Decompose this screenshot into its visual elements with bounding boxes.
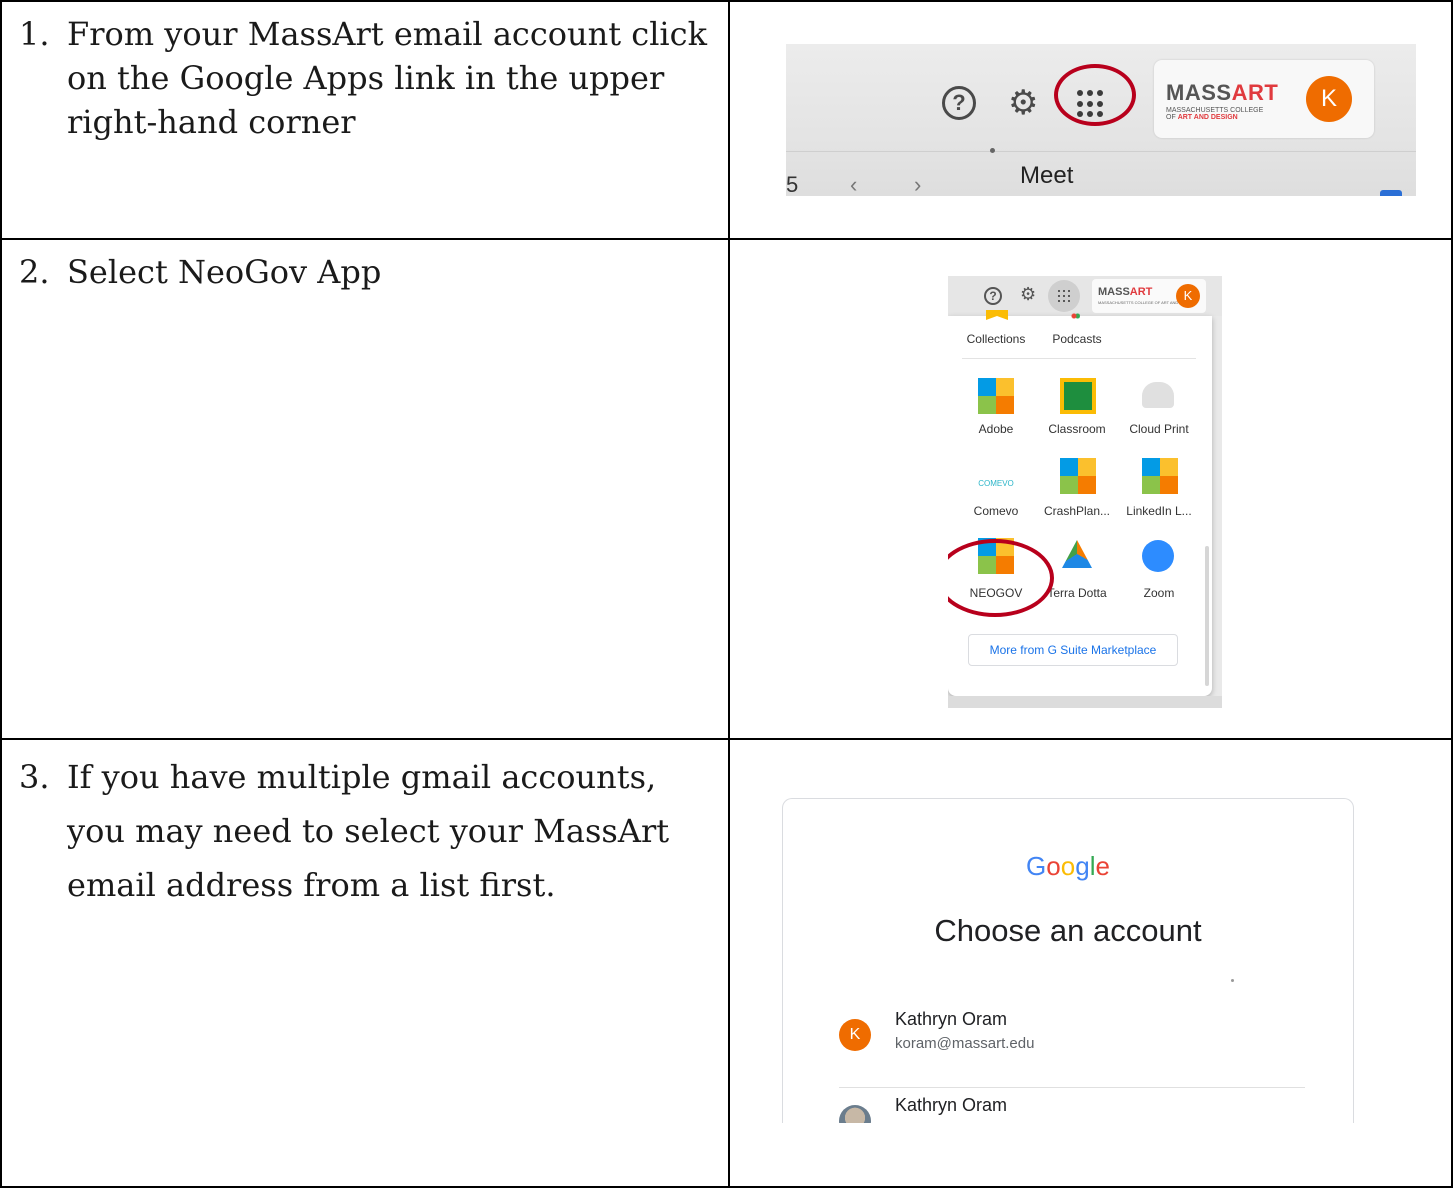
apps-menu-screenshot: ? ⚙ MASSART MASSACHUSETTS COLLEGE OF ART… <box>948 276 1222 708</box>
step-1-instruction: From your MassArt email account click on… <box>67 15 707 141</box>
account-divider <box>839 1087 1305 1088</box>
toolbar-divider <box>786 151 1416 152</box>
step-2-text-cell: 2. Select NeoGov App <box>0 238 730 740</box>
avatar-photo <box>839 1105 871 1123</box>
help-icon: ? <box>984 287 1002 305</box>
account-name: Kathryn Oram <box>895 1095 1008 1115</box>
account-email: koram@massart.edu <box>895 1035 1035 1052</box>
avatar: K <box>1306 76 1352 122</box>
help-icon: ? <box>942 86 976 120</box>
more-marketplace-button[interactable]: More from G Suite Marketplace <box>968 634 1178 666</box>
steps-table: 1. From your MassArt email account click… <box>0 0 1453 1188</box>
massart-logo: MASSART <box>1098 286 1153 298</box>
loading-dot <box>1231 979 1234 982</box>
terra-dotta-icon[interactable] <box>1062 540 1092 568</box>
instruction-document: 1. From your MassArt email account click… <box>0 0 1453 1188</box>
step-1-number: 1. <box>19 15 50 53</box>
dot-marker <box>990 148 995 153</box>
crashplan-icon[interactable] <box>1060 458 1096 494</box>
step-3-number: 3. <box>19 758 50 796</box>
app-label-linkedin-learning[interactable]: LinkedIn L... <box>1119 504 1199 518</box>
google-apps-grid-icon <box>1048 280 1080 312</box>
calendar-icon <box>1380 190 1402 196</box>
podcasts-icon <box>1068 312 1080 320</box>
app-label-collections[interactable]: Collections <box>956 332 1036 346</box>
account-option[interactable]: K Kathryn Oram koram@massart.edu <box>839 1009 1305 1061</box>
step-3-instruction: If you have multiple gmail accounts, you… <box>67 758 670 904</box>
highlight-circle <box>948 539 1054 617</box>
cloud-print-icon[interactable] <box>1142 382 1174 408</box>
app-label-crashplan[interactable]: CrashPlan... <box>1037 504 1117 518</box>
app-label-podcasts[interactable]: Podcasts <box>1037 332 1117 346</box>
gmail-toolbar-screenshot: ? ⚙ MASSART MASSACHUSETTS COLLEGE OF ART … <box>786 44 1416 196</box>
step-3-text-cell: 3. If you have multiple gmail accounts, … <box>0 738 730 1188</box>
app-label-cloud-print[interactable]: Cloud Print <box>1119 422 1199 436</box>
app-label-classroom[interactable]: Classroom <box>1037 422 1117 436</box>
choose-account-heading: Choose an account <box>934 913 1202 948</box>
highlight-circle <box>1054 64 1136 126</box>
step-2-text: 2. Select NeoGov App <box>19 250 714 294</box>
step-row-3: 3. If you have multiple gmail accounts, … <box>0 738 1453 1188</box>
meet-label: Meet <box>1020 162 1074 189</box>
app-label-comevo[interactable]: Comevo <box>956 504 1036 518</box>
comevo-icon[interactable]: COMEVO <box>970 470 1022 488</box>
zoom-icon[interactable] <box>1142 540 1174 572</box>
chevron-left-icon: ‹ <box>850 172 858 196</box>
account-name: Kathryn Oram <box>895 1009 1008 1029</box>
step-3-image-cell: Google Choose an account K Kathryn Oram … <box>728 738 1453 1188</box>
step-row-1: 1. From your MassArt email account click… <box>0 0 1453 240</box>
choose-account-screenshot: Google Choose an account K Kathryn Oram … <box>782 798 1354 1123</box>
apps-divider <box>962 358 1196 359</box>
step-row-2: 2. Select NeoGov App ? ⚙ MASSART MASSACH… <box>0 238 1453 740</box>
google-logo: Google <box>1026 851 1110 881</box>
step-2-image-cell: ? ⚙ MASSART MASSACHUSETTS COLLEGE OF ART… <box>728 238 1453 740</box>
account-option[interactable]: Kathryn Oram <box>839 1095 1305 1123</box>
account-badge: MASSART MASSACHUSETTS COLLEGE OF ART AND… <box>1092 279 1206 313</box>
step-1-image-cell: ? ⚙ MASSART MASSACHUSETTS COLLEGE OF ART … <box>728 0 1453 240</box>
chevron-right-icon: › <box>914 172 922 196</box>
step-1-text-cell: 1. From your MassArt email account click… <box>0 0 730 240</box>
app-label-zoom[interactable]: Zoom <box>1119 586 1199 600</box>
gear-icon: ⚙ <box>1020 284 1037 304</box>
gear-icon: ⚙ <box>1008 84 1039 122</box>
step-2-number: 2. <box>19 253 50 291</box>
avatar: K <box>839 1019 871 1051</box>
account-badge: MASSART MASSACHUSETTS COLLEGE OF ART AND … <box>1154 60 1374 138</box>
adobe-icon[interactable] <box>978 378 1014 414</box>
step-2-instruction: Select NeoGov App <box>67 253 382 291</box>
step-3-text: 3. If you have multiple gmail accounts, … <box>19 750 714 912</box>
massart-logo: MASSART MASSACHUSETTS COLLEGE OF ART AND … <box>1166 80 1279 122</box>
background-strip <box>948 696 1222 708</box>
apps-launcher-panel: Collections Podcasts Adobe Classroom Clo… <box>948 310 1212 696</box>
step-1-text: 1. From your MassArt email account click… <box>19 12 714 144</box>
avatar: K <box>1176 284 1200 308</box>
classroom-icon[interactable] <box>1060 378 1096 414</box>
linkedin-learning-icon[interactable] <box>1142 458 1178 494</box>
scrollbar[interactable] <box>1205 546 1209 686</box>
app-label-adobe[interactable]: Adobe <box>956 422 1036 436</box>
date-fragment: 5 <box>786 172 799 196</box>
collections-icon <box>986 310 1008 320</box>
